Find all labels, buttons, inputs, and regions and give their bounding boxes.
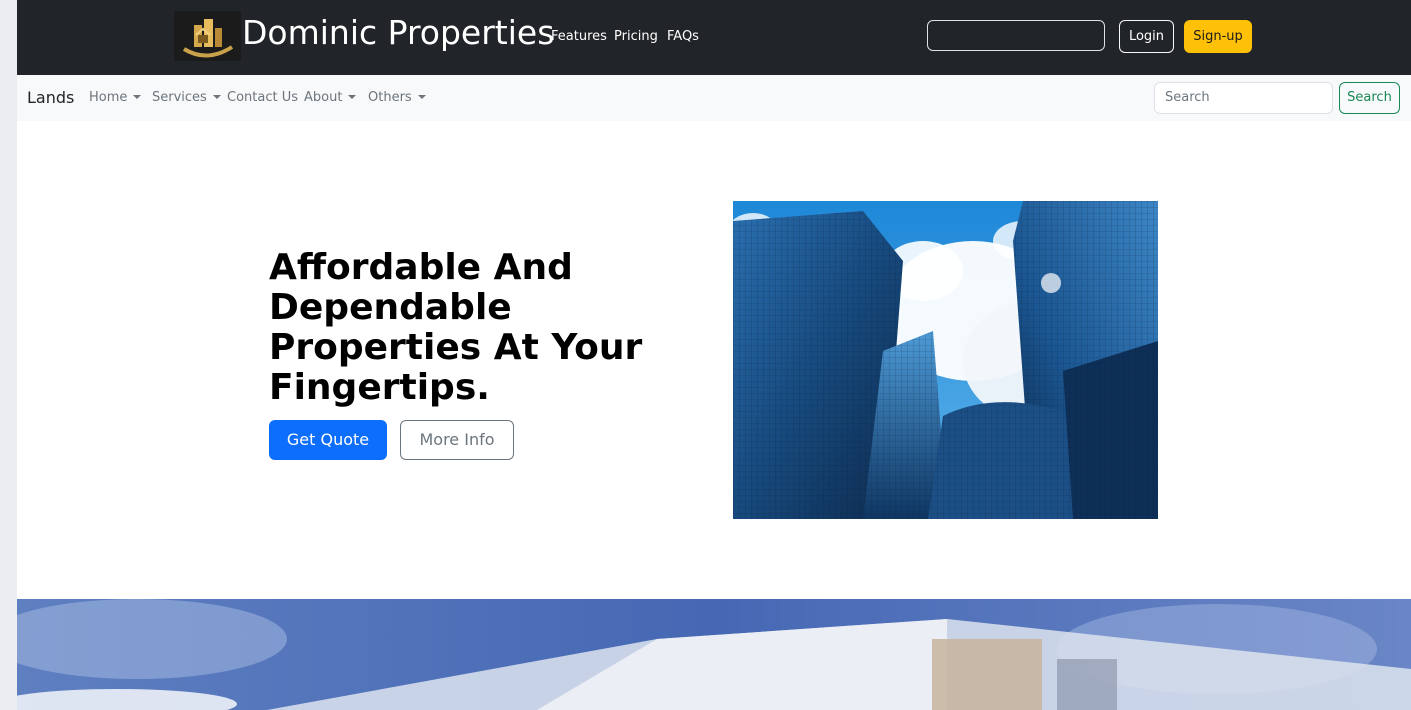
nav-item-label: About bbox=[304, 90, 343, 105]
nav-item-others[interactable]: Others bbox=[368, 90, 426, 105]
caret-down-icon bbox=[212, 94, 221, 99]
nav-item-services[interactable]: Services bbox=[152, 90, 221, 105]
search-input[interactable]: Search bbox=[1154, 82, 1333, 114]
nav-item-label: Home bbox=[89, 90, 128, 105]
more-info-button[interactable]: More Info bbox=[400, 420, 514, 460]
header-search-input[interactable] bbox=[927, 20, 1105, 51]
nav-link-features[interactable]: Features bbox=[551, 29, 607, 44]
top-header: Dominic Properties Features Pricing FAQs… bbox=[17, 0, 1411, 75]
nav-link-faqs[interactable]: FAQs bbox=[667, 29, 699, 44]
get-quote-button[interactable]: Get Quote bbox=[269, 420, 387, 460]
login-button[interactable]: Login bbox=[1119, 20, 1174, 53]
page: Dominic Properties Features Pricing FAQs… bbox=[17, 0, 1411, 710]
nav-item-label: Contact Us bbox=[227, 90, 298, 105]
nav-item-label: Services bbox=[152, 90, 207, 105]
signup-button[interactable]: Sign-up bbox=[1184, 20, 1252, 53]
brand-title[interactable]: Dominic Properties bbox=[242, 13, 554, 52]
secondary-navbar: Lands Home Services Contact Us About Oth… bbox=[17, 75, 1411, 121]
nav-item-label: Others bbox=[368, 90, 412, 105]
caret-down-icon bbox=[417, 94, 426, 99]
search-button[interactable]: Search bbox=[1339, 82, 1400, 114]
nav-link-pricing[interactable]: Pricing bbox=[614, 29, 658, 44]
skyscrapers-image bbox=[733, 201, 1158, 519]
caret-down-icon bbox=[348, 94, 357, 99]
nav-item-about[interactable]: About bbox=[304, 90, 357, 105]
caret-down-icon bbox=[133, 94, 142, 99]
hero-title: Affordable And Dependable Properties At … bbox=[269, 247, 643, 408]
navbar-brand[interactable]: Lands bbox=[27, 88, 74, 107]
nav-item-contact-us[interactable]: Contact Us bbox=[227, 90, 298, 105]
nav-item-home[interactable]: Home bbox=[89, 90, 142, 105]
building-logo-icon[interactable] bbox=[174, 11, 241, 61]
building-banner-image bbox=[17, 599, 1411, 710]
